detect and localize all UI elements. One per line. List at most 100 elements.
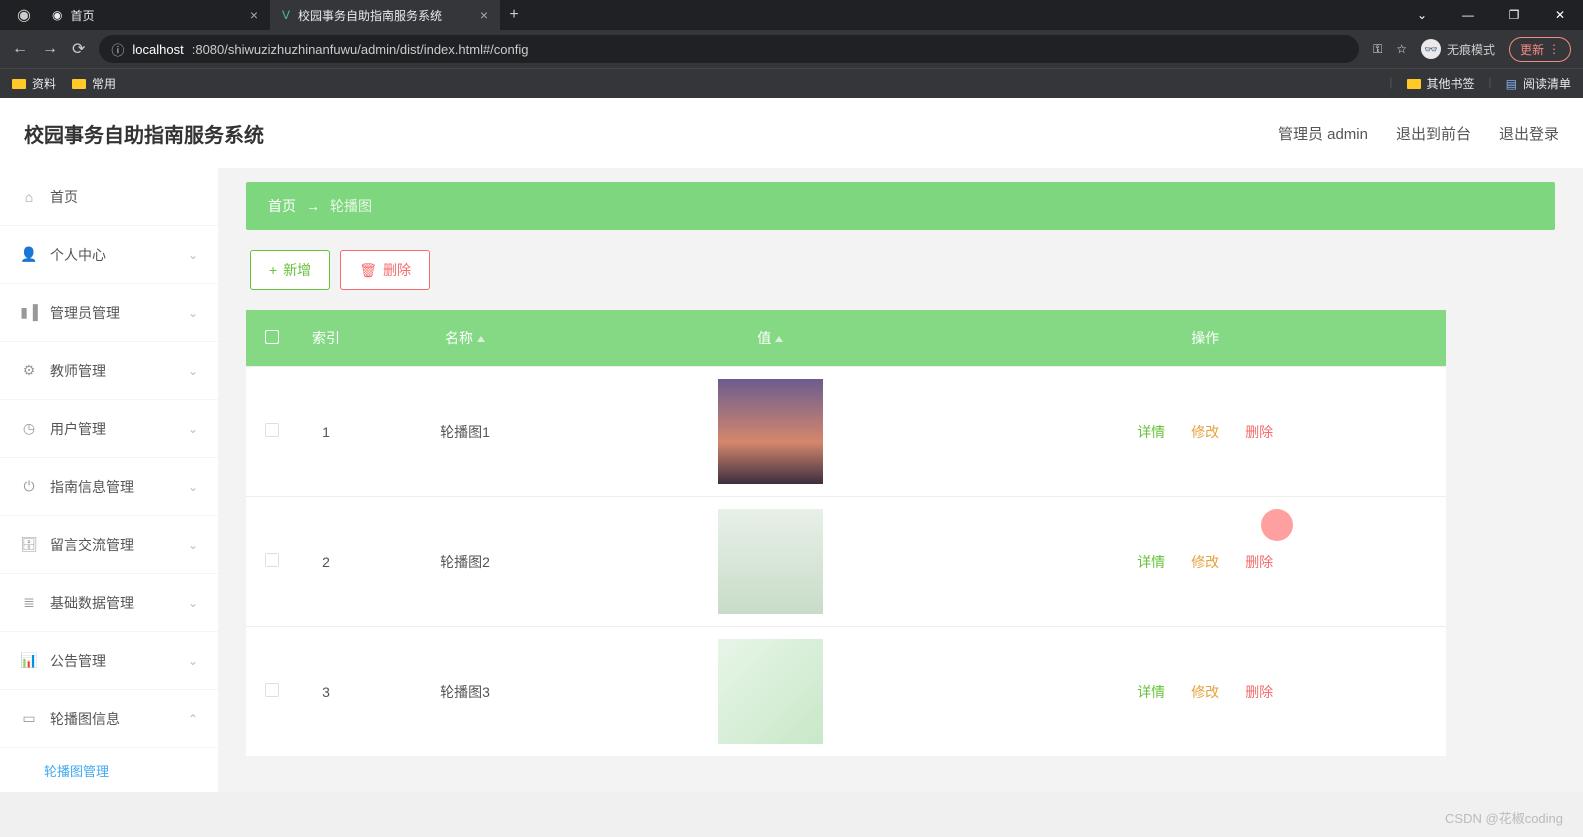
delete-button[interactable]: 🗑删除: [340, 250, 430, 290]
star-icon[interactable]: ☆: [1396, 42, 1407, 56]
other-bookmarks[interactable]: 其他书签: [1407, 75, 1475, 92]
edit-link[interactable]: 修改: [1191, 682, 1219, 702]
cell-name: 轮播图2: [354, 497, 576, 627]
tab-home[interactable]: ◉ 首页 ×: [40, 0, 270, 30]
update-button[interactable]: 更新 ⋮: [1509, 37, 1571, 62]
go-frontend-link[interactable]: 退出到前台: [1396, 123, 1471, 144]
url-input[interactable]: ⓘ localhost:8080/shiwuzizhuzhinanfuwu/ad…: [99, 35, 1359, 63]
new-tab-button[interactable]: +: [500, 6, 528, 24]
bar-icon: ▮▐: [20, 304, 38, 321]
url-host: localhost: [132, 42, 183, 57]
chevron-down-icon: ⌄: [188, 248, 198, 262]
sidebar-item-home[interactable]: ⌂首页: [0, 168, 218, 226]
delete-link[interactable]: 删除: [1245, 422, 1273, 442]
breadcrumb-home[interactable]: 首页: [268, 196, 296, 216]
user-icon: 👤: [20, 246, 38, 263]
folder-icon: [1407, 79, 1421, 89]
address-bar: ← → ⟳ ⓘ localhost:8080/shiwuzizhuzhinanf…: [0, 30, 1583, 68]
desk-icon: 🗄: [20, 536, 38, 553]
row-checkbox[interactable]: [265, 423, 279, 437]
logout-link[interactable]: 退出登录: [1499, 123, 1559, 144]
stats-icon: 📊: [20, 652, 38, 669]
bookmark-bar: 资料 常用 | 其他书签 | ▤阅读清单: [0, 68, 1583, 98]
sidebar-item-guide[interactable]: ⏻指南信息管理⌄: [0, 458, 218, 516]
app-header: 校园事务自助指南服务系统 管理员 admin 退出到前台 退出登录: [0, 98, 1583, 168]
detail-link[interactable]: 详情: [1137, 552, 1165, 572]
globe-icon: ◉: [52, 8, 62, 22]
incognito-badge: 👓 无痕模式: [1421, 39, 1495, 59]
content: 首页 → 轮播图 +新增 🗑删除 索引 名称 值 操作 1: [218, 168, 1583, 792]
detail-link[interactable]: 详情: [1137, 422, 1165, 442]
col-name[interactable]: 名称: [354, 310, 576, 367]
folder-icon: [72, 79, 86, 89]
delete-link[interactable]: 删除: [1245, 682, 1273, 702]
info-icon: ⓘ: [111, 40, 124, 59]
sidebar-item-notice[interactable]: 📊公告管理⌄: [0, 632, 218, 690]
current-user[interactable]: 管理员 admin: [1278, 123, 1368, 144]
tab-title: 校园事务自助指南服务系统: [298, 7, 442, 24]
close-window-button[interactable]: ✕: [1537, 0, 1583, 30]
bookmark-folder[interactable]: 常用: [72, 75, 116, 92]
thumbnail-image: [718, 379, 823, 484]
sidebar-item-basedata[interactable]: ≣基础数据管理⌄: [0, 574, 218, 632]
edit-link[interactable]: 修改: [1191, 422, 1219, 442]
add-button[interactable]: +新增: [250, 250, 330, 290]
sidebar-item-profile[interactable]: 👤个人中心⌄: [0, 226, 218, 284]
key-icon[interactable]: ⚿: [1373, 42, 1382, 57]
update-label: 更新: [1520, 41, 1544, 58]
sidebar-item-message[interactable]: 🗄留言交流管理⌄: [0, 516, 218, 574]
incognito-label: 无痕模式: [1447, 41, 1495, 58]
col-value[interactable]: 值: [576, 310, 964, 367]
chevron-up-icon: ⌃: [188, 712, 198, 726]
app-title: 校园事务自助指南服务系统: [24, 119, 264, 148]
thumbnail-image: [718, 639, 823, 744]
globe-icon: ◉: [8, 0, 40, 30]
col-ops: 操作: [964, 310, 1446, 367]
table-row: 3 轮播图3 详情 修改 删除: [246, 627, 1446, 757]
plus-icon: +: [269, 262, 277, 278]
caret-down-icon[interactable]: ⌄: [1399, 0, 1445, 30]
chevron-down-icon: ⌄: [188, 596, 198, 610]
close-icon[interactable]: ×: [480, 7, 488, 23]
cursor-highlight: [1261, 509, 1293, 541]
detail-link[interactable]: 详情: [1137, 682, 1165, 702]
gear-icon: ⚙: [20, 362, 38, 379]
trash-icon: 🗑: [359, 262, 377, 279]
edit-link[interactable]: 修改: [1191, 552, 1219, 572]
close-icon[interactable]: ×: [250, 7, 258, 23]
bookmark-folder[interactable]: 资料: [12, 75, 56, 92]
cell-name: 轮播图3: [354, 627, 576, 757]
reload-button[interactable]: ⟳: [72, 39, 85, 59]
sidebar-item-carousel[interactable]: ▭轮播图信息⌃: [0, 690, 218, 748]
forward-button[interactable]: →: [42, 40, 58, 58]
watermark: CSDN @花椒coding: [1445, 808, 1563, 827]
sidebar-item-teacher[interactable]: ⚙教师管理⌄: [0, 342, 218, 400]
maximize-button[interactable]: ❐: [1491, 0, 1537, 30]
divider: |: [1489, 75, 1492, 92]
tab-app[interactable]: V 校园事务自助指南服务系统 ×: [270, 0, 500, 30]
browser-chrome: ◉ ◉ 首页 × V 校园事务自助指南服务系统 × + ⌄ — ❐ ✕ ← → …: [0, 0, 1583, 98]
sidebar-item-user[interactable]: ◷用户管理⌄: [0, 400, 218, 458]
col-index[interactable]: 索引: [298, 310, 354, 367]
folder-icon: [12, 79, 26, 89]
sidebar-sub-carousel-manage[interactable]: 轮播图管理: [0, 748, 218, 792]
cell-name: 轮播图1: [354, 367, 576, 497]
incognito-icon: 👓: [1421, 39, 1441, 59]
clock-icon: ◷: [20, 420, 38, 437]
power-icon: ⏻: [20, 478, 38, 495]
row-checkbox[interactable]: [265, 683, 279, 697]
thumbnail-image: [718, 509, 823, 614]
image-icon: ▭: [20, 710, 38, 727]
layers-icon: ≣: [20, 594, 38, 611]
row-checkbox[interactable]: [265, 553, 279, 567]
reading-list[interactable]: ▤阅读清单: [1506, 75, 1571, 92]
cell-index: 1: [298, 367, 354, 497]
back-button[interactable]: ←: [12, 40, 28, 58]
cell-index: 3: [298, 627, 354, 757]
checkbox-all[interactable]: [265, 330, 279, 344]
minimize-button[interactable]: —: [1445, 0, 1491, 30]
sidebar-item-admin[interactable]: ▮▐管理员管理⌄: [0, 284, 218, 342]
divider: |: [1389, 75, 1392, 92]
chevron-down-icon: ⌄: [188, 422, 198, 436]
delete-link[interactable]: 删除: [1245, 552, 1273, 572]
